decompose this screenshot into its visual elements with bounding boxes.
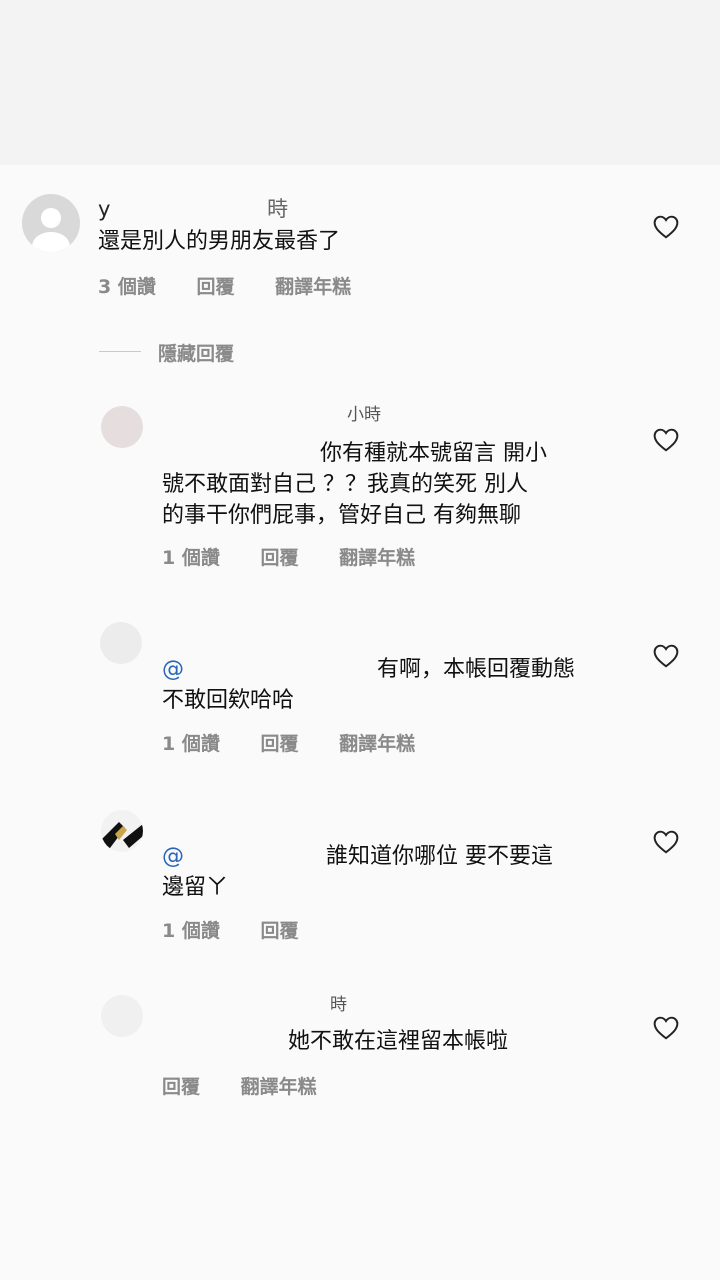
reply-text: @ 誰知道你哪位 要不要這 邊留ㄚ [162,841,553,903]
likes-count[interactable]: 1 個讚 [162,547,220,569]
likes-count[interactable]: 1 個讚 [162,733,220,755]
avatar[interactable] [22,194,80,252]
reply-button[interactable]: 回覆 [260,920,298,942]
avatar-head-shape [41,207,61,228]
avatar[interactable] [101,995,143,1037]
reply-actions: 回覆 翻譯年糕 [162,1072,351,1099]
reply-text: @ 有啊，本帳回覆動態 不敢回欸哈哈 [162,654,575,716]
heart-icon[interactable] [653,830,679,854]
translate-button[interactable]: 翻譯年糕 [339,733,415,755]
reply-button[interactable]: 回覆 [260,547,298,569]
translate-button[interactable]: 翻譯年糕 [275,276,351,298]
reply-text-line: 的事干你們屁事，管好自己 有夠無聊 [162,503,521,528]
translate-button[interactable]: 翻譯年糕 [241,1076,317,1098]
likes-count[interactable]: 3 個讚 [98,276,156,298]
comment-actions: 3 個讚 回覆 翻譯年糕 [98,272,385,299]
reply-text-line: 邊留ㄚ [162,875,229,900]
heart-icon[interactable] [653,428,679,452]
mention-link[interactable]: @ [162,657,184,682]
likes-count[interactable]: 1 個讚 [162,920,220,942]
reply-text: 你有種就本號留言 開小 號不敢面對自己 ？？我真的笑死 別人 的事干你們屁事，管… [162,438,547,531]
reply-text-first-line: @ 誰知道你哪位 要不要這 [162,841,553,872]
reply-text-line: 你有種就本號留言 開小 [320,441,547,466]
reply-time: 時 [330,995,347,1015]
comment-username[interactable]: y 時 [98,193,288,223]
reply-text-line: 她不敢在這裡留本帳啦 [288,1029,509,1054]
comment-time: 時 [267,197,289,221]
reply-button[interactable]: 回覆 [196,276,234,298]
comments-sheet [0,165,720,1280]
reply-text-first-line: @ 有啊，本帳回覆動態 [162,654,575,685]
mention-link[interactable]: @ [162,844,184,869]
reply-time: 小時 [347,405,381,425]
reply-button[interactable]: 回覆 [260,733,298,755]
reply-text-line: 號不敢面對自己 ？？我真的笑死 別人 [162,472,528,497]
hide-replies-button[interactable]: 隱藏回覆 [158,339,234,366]
reply-text: 她不敢在這裡留本帳啦 [288,1026,508,1057]
comment-username-text[interactable]: y [98,197,110,221]
translate-button[interactable]: 翻譯年糕 [339,547,415,569]
avatar[interactable] [100,622,142,664]
reply-text-line: 不敢回欸哈哈 [162,688,295,713]
reply-text-line: 有啊，本帳回覆動態 [377,657,576,682]
top-background [0,0,720,165]
reply-actions: 1 個讚 回覆 翻譯年糕 [162,543,449,570]
avatar[interactable] [101,810,143,852]
avatar-image [101,822,143,852]
reply-actions: 1 個讚 回覆 [162,916,332,943]
avatar[interactable] [101,406,143,448]
heart-icon[interactable] [653,215,679,239]
heart-icon[interactable] [653,1016,679,1040]
heart-icon[interactable] [653,644,679,668]
reply-button[interactable]: 回覆 [162,1076,200,1098]
reply-text-line: 誰知道你哪位 要不要這 [326,844,553,869]
comment-text: 還是別人的男朋友最香了 [98,226,340,257]
comment-text-line: 還是別人的男朋友最香了 [98,229,341,254]
reply-actions: 1 個讚 回覆 翻譯年糕 [162,729,449,756]
avatar-body-shape [32,232,70,252]
divider [99,351,141,352]
